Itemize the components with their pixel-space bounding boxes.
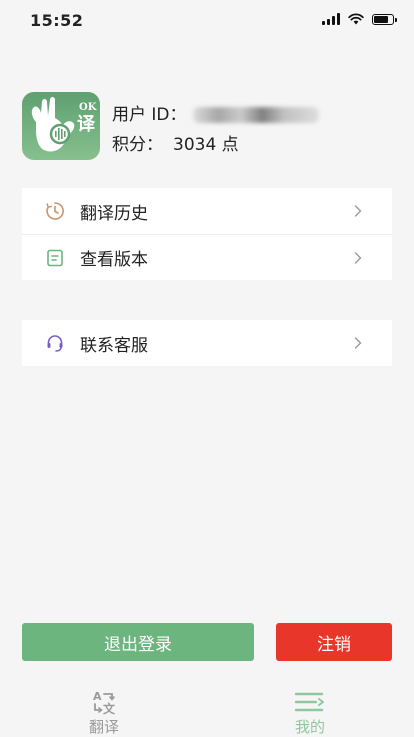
cancel-account-button[interactable]: 注销 [276, 623, 392, 661]
profile-section: OK 译 用户 ID： 积分： 3034 点 [22, 92, 392, 162]
svg-text:A: A [93, 690, 102, 703]
logout-button[interactable]: 退出登录 [22, 623, 254, 661]
logo-text-ok: OK [79, 102, 97, 113]
clock-icon [44, 200, 66, 222]
status-time: 15:52 [30, 11, 84, 30]
tab-bar: A 文 翻译 我的 [0, 688, 414, 736]
tab-translate[interactable]: A 文 翻译 [64, 688, 144, 736]
list-menu-icon [294, 692, 324, 712]
menu-item-translation-history[interactable]: 翻译历史 [22, 188, 392, 234]
chevron-right-icon [354, 205, 362, 217]
points-label: 积分： [112, 135, 163, 155]
status-bar: 15:52 [0, 0, 414, 44]
battery-icon [372, 13, 397, 25]
menu-item-contact-support[interactable]: 联系客服 [22, 320, 392, 366]
document-icon [44, 247, 66, 269]
tab-label-mine: 我的 [294, 718, 325, 736]
svg-text:文: 文 [103, 701, 116, 716]
user-id-line: 用户 ID： [112, 100, 319, 125]
headset-icon [44, 332, 66, 354]
menu-item-view-version[interactable]: 查看版本 [22, 234, 392, 280]
status-icons [322, 13, 397, 25]
points-value: 3034 点 [173, 135, 239, 155]
logo-text-char: 译 [77, 114, 96, 135]
menu-card-main: 翻译历史 查看版本 [22, 188, 392, 280]
menu-label-contact-support: 联系客服 [80, 335, 148, 356]
app-logo: OK 译 [22, 92, 100, 160]
user-id-value-blurred [192, 107, 319, 123]
points-line: 积分： 3034 点 [112, 130, 239, 155]
menu-card-support: 联系客服 [22, 320, 392, 366]
menu-label-view-version: 查看版本 [80, 250, 148, 270]
menu-label-translation-history: 翻译历史 [80, 203, 148, 224]
signal-icon [322, 13, 340, 25]
wifi-icon [348, 13, 364, 25]
chevron-right-icon [354, 251, 362, 264]
translate-icon: A 文 [93, 690, 116, 716]
tab-label-translate: 翻译 [88, 718, 119, 736]
tab-mine[interactable]: 我的 [270, 688, 350, 736]
user-id-label: 用户 ID： [112, 105, 187, 125]
chevron-right-icon [354, 337, 362, 349]
